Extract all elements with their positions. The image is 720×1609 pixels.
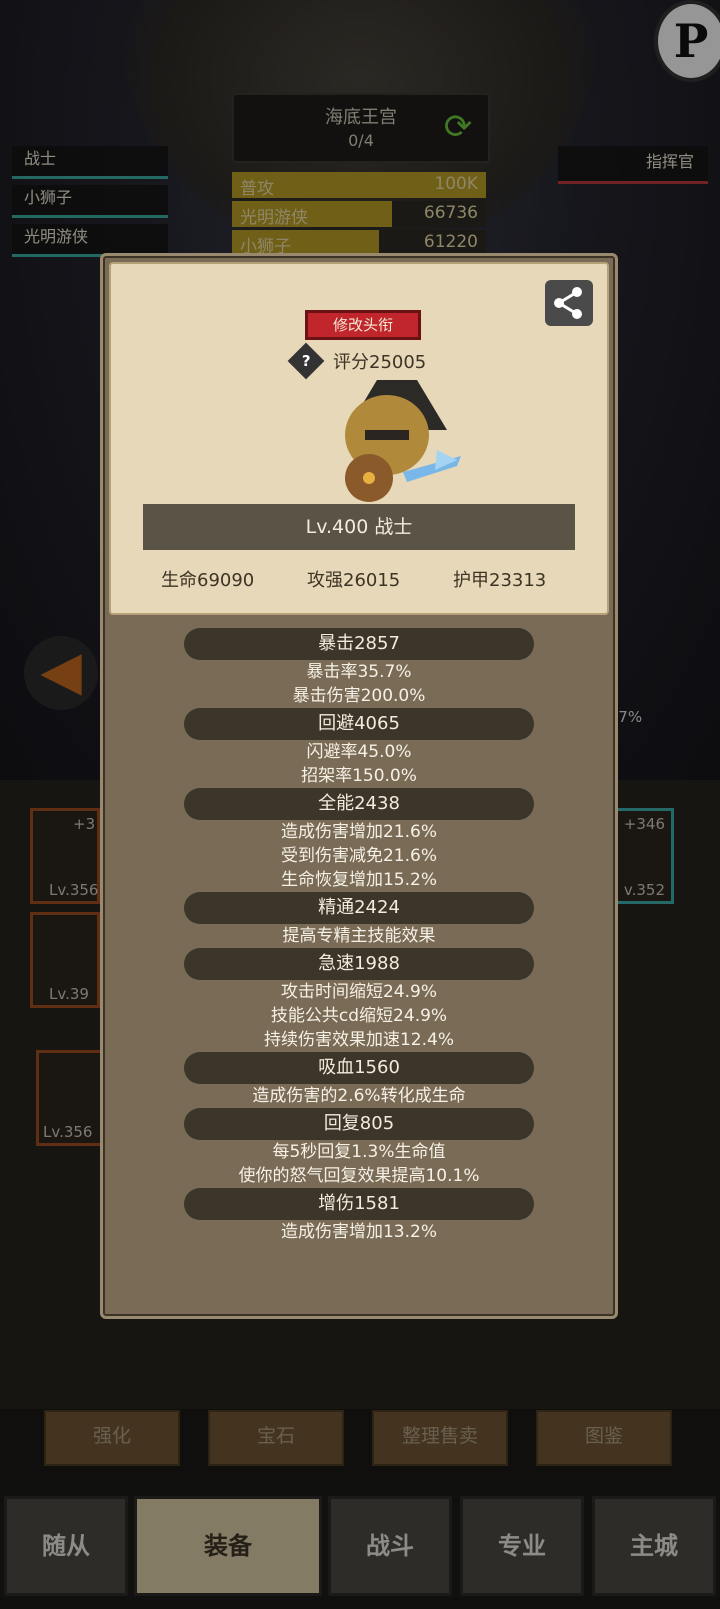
attribute-detail: 持续伤害效果加速12.4% bbox=[263, 1030, 454, 1050]
edit-title-button[interactable]: 修改头衔 bbox=[305, 310, 421, 340]
attribute-detail: 造成伤害增加21.6% bbox=[280, 822, 437, 842]
hero-level-bar: Lv.400 战士 bbox=[143, 504, 575, 550]
attribute-detail: 提高专精主技能效果 bbox=[282, 926, 436, 946]
attribute-header: 回复805 bbox=[184, 1108, 534, 1140]
attribute-detail: 受到伤害减免21.6% bbox=[280, 846, 437, 866]
attribute-detail: 使你的怒气回复效果提高10.1% bbox=[238, 1166, 480, 1186]
attribute-header: 增伤1581 bbox=[184, 1188, 534, 1220]
attack-stat: 攻强26015 bbox=[307, 570, 401, 591]
hero-detail-modal: 修改头衔 ? 评分25005 Lv.400 战士 生命69090 攻强26015… bbox=[100, 253, 618, 1319]
attribute-header: 吸血1560 bbox=[184, 1052, 534, 1084]
hero-header-card: 修改头衔 ? 评分25005 Lv.400 战士 生命69090 攻强26015… bbox=[109, 262, 609, 615]
attribute-detail: 暴击伤害200.0% bbox=[292, 686, 426, 706]
attribute-header: 全能2438 bbox=[184, 788, 534, 820]
share-icon[interactable] bbox=[545, 280, 593, 326]
attribute-detail: 造成伤害增加13.2% bbox=[280, 1222, 437, 1242]
attribute-detail: 生命恢复增加15.2% bbox=[280, 870, 437, 890]
attribute-detail: 闪避率45.0% bbox=[306, 742, 412, 762]
attribute-detail: 招架率150.0% bbox=[301, 766, 417, 786]
warrior-portrait bbox=[345, 380, 461, 502]
attribute-header: 精通2424 bbox=[184, 892, 534, 924]
attribute-list: 暴击2857 暴击率35.7% 暴击伤害200.0% 回避4065 闪避率45.… bbox=[103, 628, 615, 1244]
hp-stat: 生命69090 bbox=[161, 570, 255, 591]
attribute-detail: 暴击率35.7% bbox=[306, 662, 412, 682]
attribute-header: 急速1988 bbox=[184, 948, 534, 980]
attribute-detail: 攻击时间缩短24.9% bbox=[280, 982, 437, 1002]
attribute-detail: 造成伤害的2.6%转化成生命 bbox=[252, 1086, 466, 1106]
attribute-detail: 每5秒回复1.3%生命值 bbox=[272, 1142, 446, 1162]
armor-stat: 护甲23313 bbox=[453, 570, 547, 591]
attribute-header: 暴击2857 bbox=[184, 628, 534, 660]
attribute-detail: 技能公共cd缩短24.9% bbox=[270, 1006, 448, 1026]
attribute-header: 回避4065 bbox=[184, 708, 534, 740]
